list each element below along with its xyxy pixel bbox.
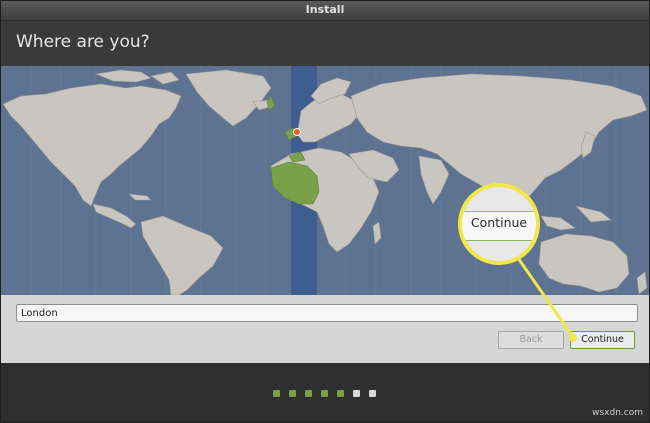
pin-icon [293, 128, 301, 136]
step-dot-1 [273, 390, 280, 397]
window-title: Install [305, 3, 345, 16]
location-input[interactable] [16, 304, 638, 322]
step-dot-2 [289, 390, 296, 397]
watermark: wsxdn.com [592, 408, 643, 418]
step-dot-6 [353, 390, 360, 397]
continue-button[interactable]: Continue [570, 331, 635, 349]
step-dot-7 [369, 390, 376, 397]
location-panel: Back Continue [1, 295, 649, 363]
page-header: Where are you? [1, 21, 649, 66]
timezone-map[interactable] [1, 66, 649, 295]
title-bar[interactable]: Install [1, 1, 649, 21]
back-button[interactable]: Back [498, 331, 564, 349]
callout-dot [569, 334, 577, 342]
progress-footer: wsxdn.com [1, 363, 649, 422]
page-title: Where are you? [16, 32, 150, 52]
step-dot-3 [305, 390, 312, 397]
installer-window: Install Where are you? London Back Conti… [0, 0, 650, 423]
magnifier-callout: Continue [458, 183, 540, 265]
magnified-label: Continue [470, 215, 528, 230]
step-dot-5 [337, 390, 344, 397]
step-dot-4 [321, 390, 328, 397]
world-map[interactable] [1, 66, 649, 295]
